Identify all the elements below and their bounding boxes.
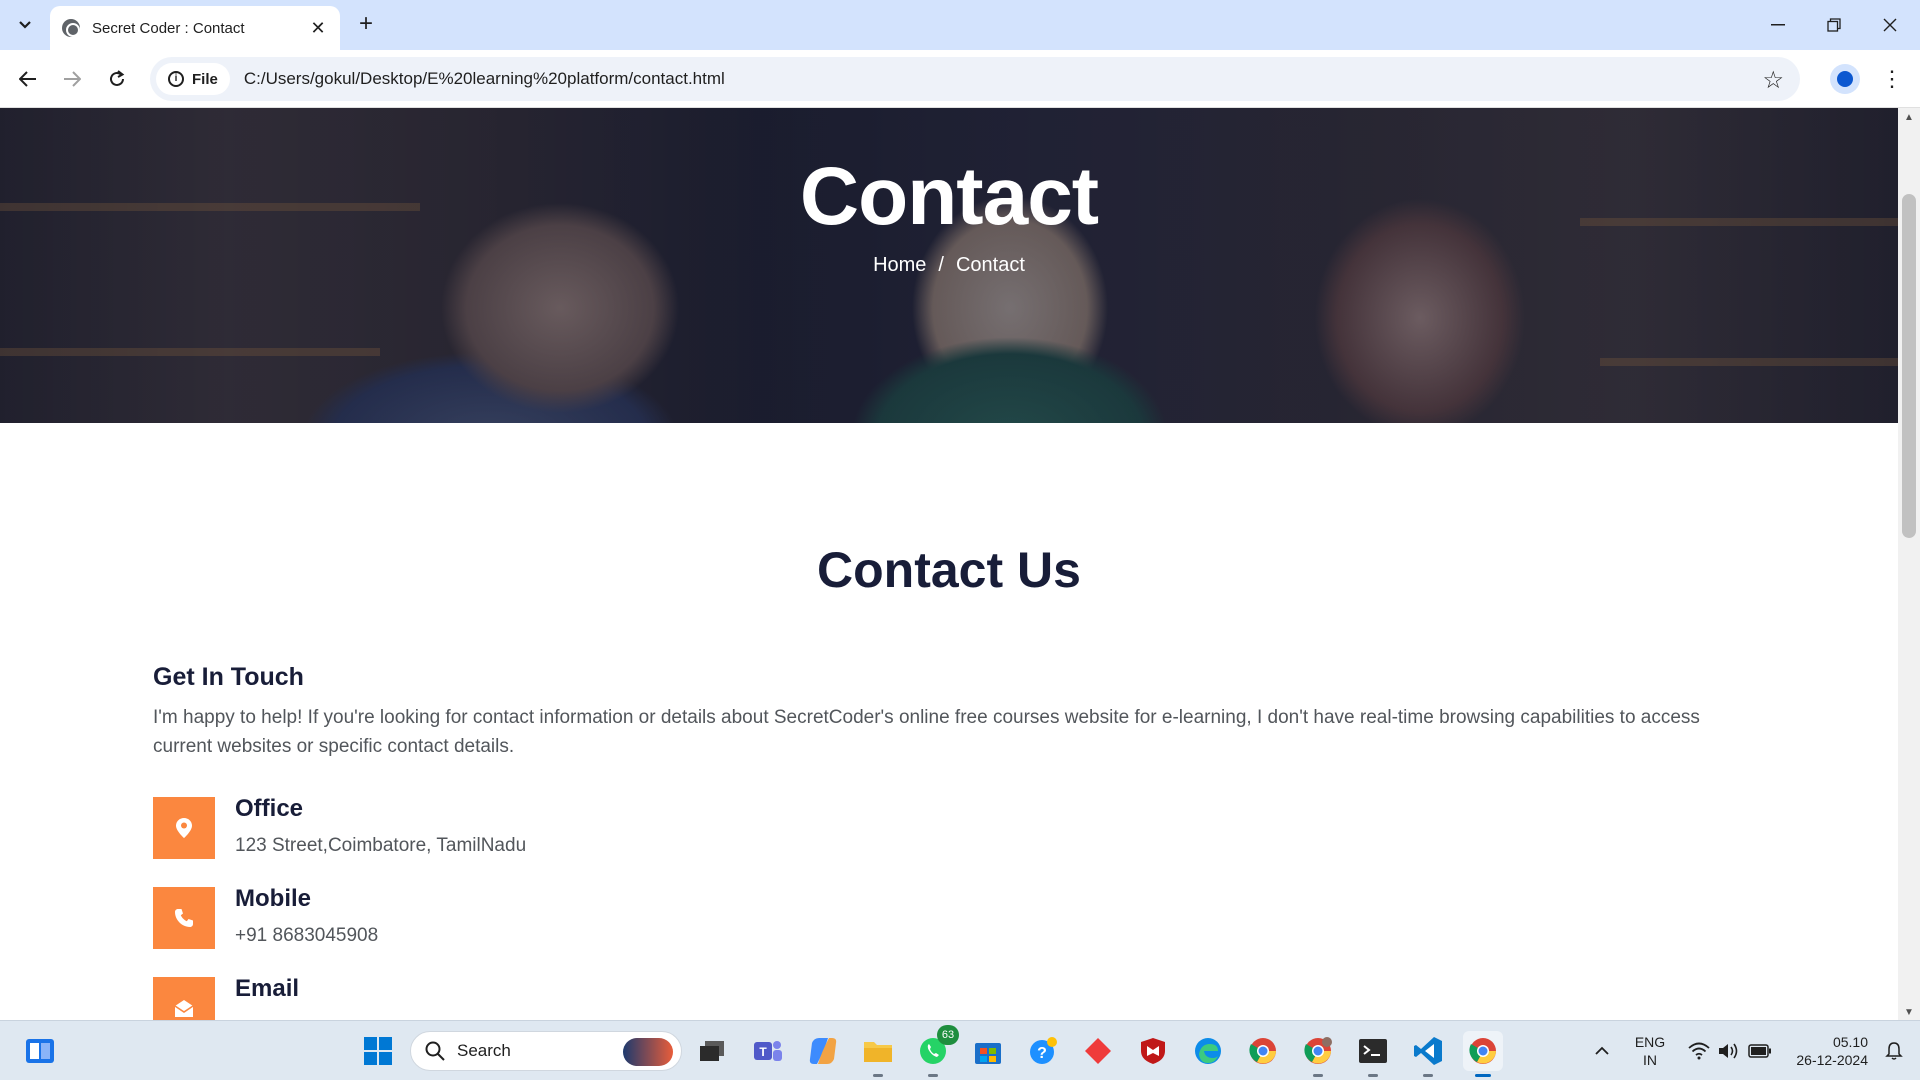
breadcrumb-separator: / xyxy=(938,254,944,276)
task-view-icon[interactable] xyxy=(692,1031,732,1071)
scroll-down-arrow-icon[interactable]: ▼ xyxy=(1904,1007,1914,1018)
scrollbar-thumb[interactable] xyxy=(1902,194,1916,538)
site-chip-label: File xyxy=(192,70,218,88)
breadcrumb-current: Contact xyxy=(955,254,1025,276)
copilot-icon[interactable] xyxy=(803,1031,843,1071)
input-language-indicator[interactable]: ENG IN xyxy=(1628,1033,1672,1069)
clock[interactable]: 05.10 26-12-2024 xyxy=(1778,1033,1868,1069)
chrome-icon[interactable] xyxy=(1243,1031,1283,1071)
contact-label: Mobile xyxy=(235,885,311,912)
wifi-icon xyxy=(1688,1042,1710,1060)
info-icon: i xyxy=(168,71,184,87)
clock-date: 26-12-2024 xyxy=(1796,1052,1868,1068)
map-marker-icon xyxy=(153,797,215,859)
notification-badge: 63 xyxy=(937,1025,959,1045)
edge-browser-icon[interactable] xyxy=(1188,1031,1228,1071)
notification-bell-icon[interactable] xyxy=(1874,1031,1914,1071)
vertical-scrollbar[interactable]: ▲ ▼ xyxy=(1898,108,1920,1020)
windows-taskbar: Search T 63 ? ENG IN 05.10 26-12-2024 xyxy=(0,1020,1920,1080)
browser-tab-active[interactable]: Secret Coder : Contact ✕ xyxy=(50,6,340,50)
running-indicator xyxy=(1368,1074,1378,1077)
browser-toolbar: i File C:/Users/gokul/Desktop/E%20learni… xyxy=(0,50,1920,108)
back-arrow-icon[interactable] xyxy=(12,63,44,95)
taskbar-search-label: Search xyxy=(457,1041,511,1060)
envelope-open-icon xyxy=(153,977,215,1020)
region-label: IN xyxy=(1643,1052,1657,1068)
restore-icon[interactable] xyxy=(1806,0,1862,50)
minimize-icon[interactable] xyxy=(1750,0,1806,50)
url-text[interactable]: C:/Users/gokul/Desktop/E%20learning%20pl… xyxy=(244,69,725,89)
windows-start-icon[interactable] xyxy=(358,1031,398,1071)
phone-icon xyxy=(153,887,215,949)
show-hidden-icons-chevron-up-icon[interactable] xyxy=(1582,1031,1622,1071)
page-viewport: Contact Home / Contact Contact Us Get In T… xyxy=(0,108,1898,1020)
browser-tab-bar: Secret Coder : Contact ✕ + xyxy=(0,0,1920,50)
bookshelf-decoration xyxy=(0,348,380,356)
battery-icon xyxy=(1748,1044,1771,1058)
contact-item-email: Email xyxy=(153,975,853,1020)
contact-value: +91 8683045908 xyxy=(235,925,379,946)
microsoft-store-icon[interactable] xyxy=(968,1031,1008,1071)
contact-label: Email xyxy=(235,975,300,1002)
new-tab-plus-icon[interactable]: + xyxy=(352,10,380,38)
contact-value: 123 Street,Coimbatore, TamilNadu xyxy=(235,835,527,856)
active-indicator xyxy=(1475,1074,1491,1077)
running-indicator xyxy=(1423,1074,1433,1077)
running-indicator xyxy=(873,1074,883,1077)
anydesk-icon[interactable] xyxy=(1078,1031,1118,1071)
reload-icon[interactable] xyxy=(101,63,133,95)
kebab-menu-icon[interactable]: ⋮ xyxy=(1880,64,1904,94)
volume-icon xyxy=(1719,1043,1738,1059)
file-explorer-icon[interactable] xyxy=(858,1031,898,1077)
svg-text:T: T xyxy=(759,1045,767,1059)
get-in-touch-text: I'm happy to help! If you're looking for… xyxy=(153,707,1700,757)
breadcrumb-home-link[interactable]: Home xyxy=(873,254,926,276)
mcafee-shield-icon[interactable] xyxy=(1133,1031,1173,1071)
forward-arrow-icon[interactable] xyxy=(56,63,88,95)
get-in-touch-heading: Get In Touch xyxy=(153,663,304,691)
breadcrumb: Home / Contact xyxy=(0,254,1898,277)
chrome-profile-icon[interactable] xyxy=(1298,1031,1338,1077)
tab-search-chevron-down-icon[interactable] xyxy=(8,9,42,41)
running-indicator xyxy=(928,1074,938,1077)
running-indicator xyxy=(1313,1074,1323,1077)
help-icon[interactable]: ? xyxy=(1023,1031,1063,1071)
language-label: ENG xyxy=(1634,1034,1666,1050)
address-bar[interactable]: i File C:/Users/gokul/Desktop/E%20learni… xyxy=(150,57,1800,101)
tab-title: Secret Coder : Contact xyxy=(92,19,245,37)
site-info-chip[interactable]: i File xyxy=(156,63,230,95)
page-header-hero: Contact Home / Contact xyxy=(0,108,1898,423)
contact-item-office: Office 123 Street,Coimbatore, TamilNadu xyxy=(153,795,853,859)
chrome-active-icon[interactable] xyxy=(1463,1031,1503,1077)
search-icon xyxy=(425,1041,445,1061)
vscode-icon[interactable] xyxy=(1408,1031,1448,1077)
scroll-up-arrow-icon[interactable]: ▲ xyxy=(1904,112,1914,123)
widgets-icon[interactable] xyxy=(20,1031,60,1071)
taskbar-search-box[interactable]: Search xyxy=(410,1031,682,1071)
contact-item-mobile: Mobile +91 8683045908 xyxy=(153,885,853,949)
bookshelf-decoration xyxy=(1600,358,1898,366)
terminal-icon[interactable] xyxy=(1353,1031,1393,1077)
whatsapp-icon[interactable]: 63 xyxy=(913,1025,959,1077)
search-highlight-icon xyxy=(623,1038,673,1066)
profile-avatar-icon[interactable] xyxy=(1830,64,1860,94)
section-title: Contact Us xyxy=(817,542,1081,598)
teams-icon[interactable]: T xyxy=(748,1031,788,1071)
page-title: Contact xyxy=(799,151,1099,242)
close-window-icon[interactable] xyxy=(1862,0,1918,50)
clock-time: 05.10 xyxy=(1832,1034,1868,1050)
tab-close-icon[interactable]: ✕ xyxy=(308,18,328,39)
bookmark-star-icon[interactable]: ☆ xyxy=(1762,66,1784,95)
svg-text:?: ? xyxy=(1037,1045,1047,1062)
system-tray-status[interactable] xyxy=(1680,1031,1780,1071)
contact-label: Office xyxy=(235,795,304,822)
globe-icon xyxy=(62,19,80,37)
